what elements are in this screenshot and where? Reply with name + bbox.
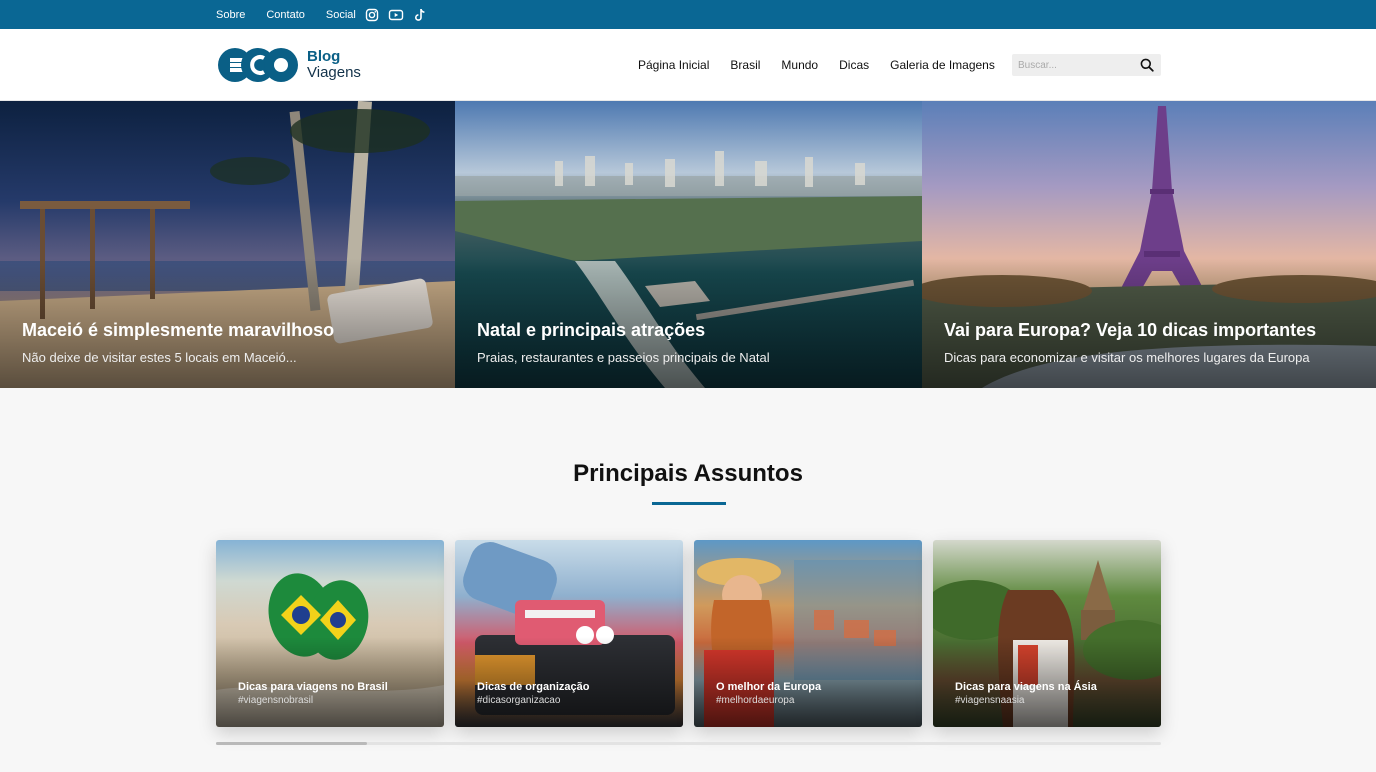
instagram-icon[interactable] [364, 7, 380, 23]
hero-card-natal[interactable]: Natal e principais atrações Praias, rest… [455, 101, 922, 388]
section-title-underline [652, 502, 726, 505]
topic-title-asia[interactable]: Dicas para viagens na Ásia [955, 681, 1097, 693]
hero-subtitle-natal: Praias, restaurantes e passeios principa… [477, 350, 770, 365]
hero-subtitle-maceio: Não deixe de visitar estes 5 locais em M… [22, 350, 297, 365]
nav-pagina-inicial[interactable]: Página Inicial [638, 58, 709, 72]
top-bar-links: Sobre Contato Social [216, 0, 436, 29]
search-box [1012, 54, 1161, 76]
nav-galeria[interactable]: Galeria de Imagens [890, 58, 995, 72]
topic-tag-brasil: #viagensnobrasil [238, 695, 314, 706]
topic-card-organizacao[interactable]: Dicas de organização #dicasorganizacao [455, 540, 683, 727]
eco-logo-mark [218, 48, 298, 82]
logo-text-viagens: Viagens [307, 64, 361, 81]
logo-text: Blog Viagens [307, 49, 361, 81]
nav-dicas[interactable]: Dicas [839, 58, 869, 72]
topic-carousel: Dicas para viagens no Brasil #viagensnob… [216, 540, 1161, 727]
hero-carousel: Maceió é simplesmente maravilhoso Não de… [0, 101, 1376, 388]
topic-tag-organizacao: #dicasorganizacao [477, 695, 561, 706]
topic-card-asia[interactable]: Dicas para viagens na Ásia #viagensnaasi… [933, 540, 1161, 727]
search-icon[interactable] [1139, 57, 1155, 73]
topic-title-organizacao[interactable]: Dicas de organização [477, 681, 590, 693]
section-title: Principais Assuntos [573, 460, 803, 487]
hero-title-europa[interactable]: Vai para Europa? Veja 10 dicas important… [944, 320, 1316, 341]
social-label: Social [325, 8, 356, 21]
site-header: Blog Viagens Página Inicial Brasil Mundo… [0, 29, 1376, 101]
hero-card-maceio[interactable]: Maceió é simplesmente maravilhoso Não de… [0, 101, 455, 388]
top-link-contato[interactable]: Contato [266, 9, 305, 21]
carousel-scroll-thumb[interactable] [216, 742, 367, 745]
topic-card-europa[interactable]: O melhor da Europa #melhordaeuropa [694, 540, 922, 727]
hero-title-natal[interactable]: Natal e principais atrações [477, 320, 705, 341]
topic-tag-asia: #viagensnaasia [955, 695, 1025, 706]
topic-tag-europa: #melhordaeuropa [716, 695, 795, 706]
hero-subtitle-europa: Dicas para economizar e visitar os melho… [944, 350, 1310, 365]
topic-title-brasil[interactable]: Dicas para viagens no Brasil [238, 681, 388, 693]
site-logo[interactable]: Blog Viagens [216, 45, 366, 85]
search-input[interactable] [1018, 56, 1133, 74]
nav-mundo[interactable]: Mundo [781, 58, 818, 72]
top-bar: Sobre Contato Social [0, 0, 1376, 29]
main-nav: Página Inicial Brasil Mundo Dicas Galeri… [638, 29, 1016, 101]
nav-brasil[interactable]: Brasil [730, 58, 760, 72]
top-link-sobre[interactable]: Sobre [216, 9, 245, 21]
hero-card-europa[interactable]: Vai para Europa? Veja 10 dicas important… [922, 101, 1376, 388]
youtube-icon[interactable] [388, 7, 404, 23]
topic-card-brasil[interactable]: Dicas para viagens no Brasil #viagensnob… [216, 540, 444, 727]
topic-title-europa[interactable]: O melhor da Europa [716, 681, 821, 693]
tiktok-icon[interactable] [412, 7, 428, 23]
hero-title-maceio[interactable]: Maceió é simplesmente maravilhoso [22, 320, 334, 341]
logo-text-blog: Blog [307, 48, 341, 65]
